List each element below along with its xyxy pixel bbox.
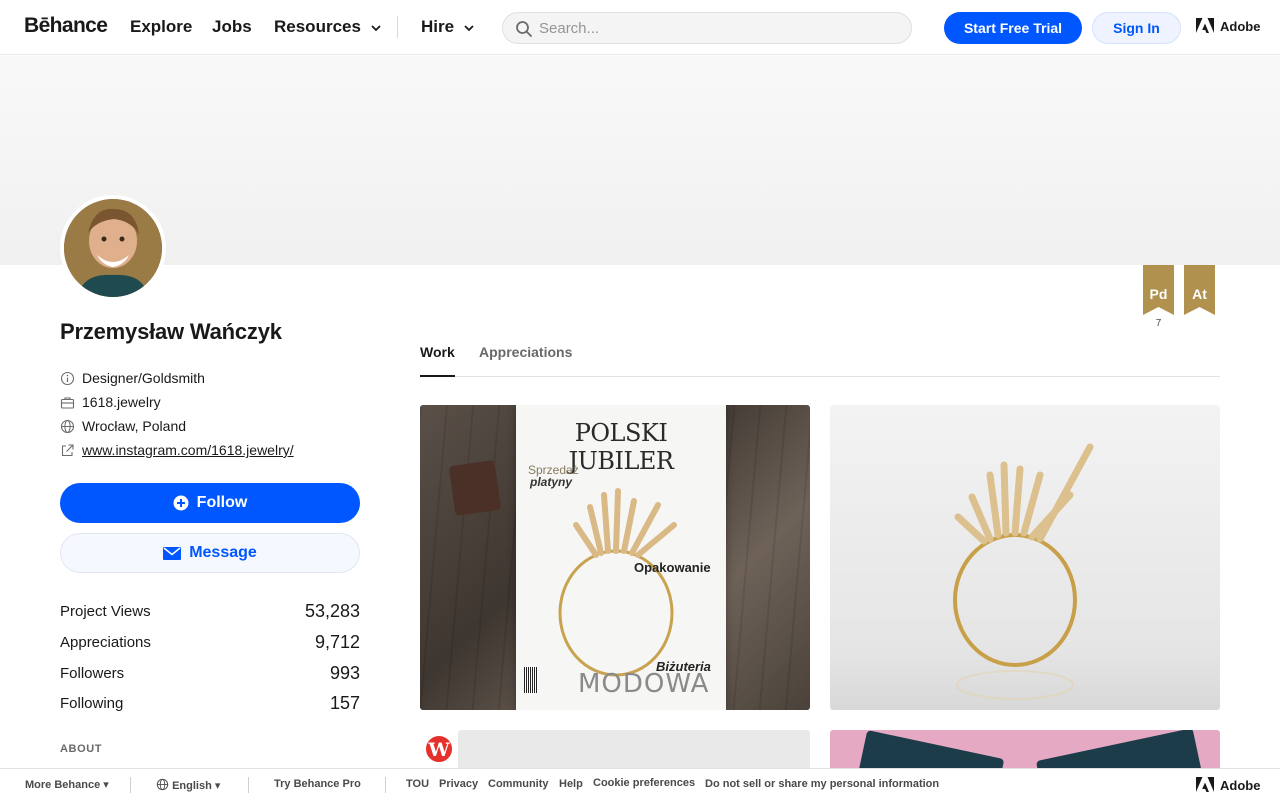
message-label: Message xyxy=(189,544,257,561)
behance-logo[interactable]: Bēhance xyxy=(24,14,108,38)
stat-value: 9,712 xyxy=(314,631,360,652)
globe-icon xyxy=(60,419,75,433)
stat-followers[interactable]: Followers 993 xyxy=(60,663,360,683)
chevron-down-icon xyxy=(464,24,474,31)
nav-resources-label: Resources xyxy=(274,17,361,36)
avatar-photo xyxy=(64,199,162,297)
occupation-row: Designer/Goldsmith xyxy=(60,368,205,388)
footer-do-not-sell[interactable]: Do not sell or share my personal informa… xyxy=(705,778,939,790)
footer-community[interactable]: Community xyxy=(488,778,549,790)
stat-label: Followers xyxy=(60,664,125,682)
footer-try-pro[interactable]: Try Behance Pro xyxy=(274,778,361,790)
message-button[interactable]: Message xyxy=(60,533,360,573)
external-link-icon xyxy=(61,443,74,456)
barcode xyxy=(524,667,538,693)
footer-language-label: English xyxy=(172,780,212,792)
nav-explore[interactable]: Explore xyxy=(130,17,192,37)
adobe-link[interactable]: Adobe xyxy=(1196,18,1260,34)
follow-label: Follow xyxy=(196,494,248,511)
magazine-cover: POLSKI JUBILER Sprzedaż platyny Opakowan… xyxy=(516,405,726,710)
adobe-label: Adobe xyxy=(1220,18,1261,34)
footer-help[interactable]: Help xyxy=(559,778,583,790)
footer-privacy[interactable]: Privacy xyxy=(439,778,478,790)
about-heading: ABOUT xyxy=(60,743,103,755)
tab-work[interactable]: Work xyxy=(420,344,455,377)
stat-label: Following xyxy=(60,694,124,712)
footer-more-behance[interactable]: More Behance ▾ xyxy=(25,778,109,791)
profile-name: Przemysław Wańczyk xyxy=(60,319,282,344)
stat-value: 53,283 xyxy=(304,600,360,621)
tool-badge-count: 7 xyxy=(1155,318,1162,329)
footer-divider xyxy=(385,777,386,793)
nav-jobs[interactable]: Jobs xyxy=(212,17,252,37)
nav-hire-label: Hire xyxy=(421,17,455,36)
globe-icon xyxy=(156,778,169,791)
stat-appreciations: Appreciations 9,712 xyxy=(60,632,360,652)
stat-value: 157 xyxy=(329,692,360,713)
stat-following[interactable]: Following 157 xyxy=(60,693,360,713)
plus-circle-icon xyxy=(173,495,189,511)
nav-resources[interactable]: Resources xyxy=(274,17,382,37)
top-navigation: Bēhance Explore Jobs Resources Hire Star… xyxy=(0,0,1280,55)
start-free-trial-button[interactable]: Start Free Trial xyxy=(944,12,1082,44)
follow-button[interactable]: Follow xyxy=(60,483,360,523)
search-input[interactable] xyxy=(539,17,899,39)
nav-hire[interactable]: Hire xyxy=(421,17,475,37)
nav-divider xyxy=(397,16,398,38)
occupation-icon xyxy=(60,371,75,385)
stat-label: Appreciations xyxy=(60,633,151,651)
magazine-footer-text: MODOWA xyxy=(578,669,710,699)
company-text: 1618.jewelry xyxy=(82,394,161,410)
stat-label: Project Views xyxy=(60,602,151,620)
location-text: Wrocław, Poland xyxy=(82,418,187,434)
tool-badge-at[interactable]: At xyxy=(1184,265,1215,315)
sign-in-button[interactable]: Sign In xyxy=(1092,12,1181,44)
search-icon xyxy=(516,21,532,37)
website-row: www.instagram.com/1618.jewelry/ xyxy=(60,440,294,460)
footer-adobe-label: Adobe xyxy=(1220,777,1261,793)
tool-badge-pd[interactable]: Pd xyxy=(1143,265,1174,315)
ring-photo xyxy=(953,443,1094,700)
briefcase-icon xyxy=(60,396,75,409)
search-bar xyxy=(502,12,912,44)
occupation-text: Designer/Goldsmith xyxy=(82,370,205,386)
footer-more-label: More Behance xyxy=(25,779,101,791)
location-row: Wrocław, Poland xyxy=(60,416,186,436)
profile-tabs: Work Appreciations xyxy=(420,342,1220,377)
chevron-down-icon xyxy=(371,24,381,31)
owner-avatar-badge[interactable]: W xyxy=(424,734,454,764)
footer: More Behance ▾ English ▾ Try Behance Pro… xyxy=(0,768,1280,800)
footer-divider xyxy=(130,777,131,793)
footer-tou[interactable]: TOU xyxy=(406,778,429,790)
stat-value: 993 xyxy=(329,662,360,683)
magazine-feature-1: Opakowanie xyxy=(634,560,711,575)
project-card[interactable] xyxy=(830,405,1220,710)
tab-appreciations[interactable]: Appreciations xyxy=(479,344,572,377)
project-card[interactable]: POLSKI JUBILER Sprzedaż platyny Opakowan… xyxy=(420,405,810,710)
company-row: 1618.jewelry xyxy=(60,392,161,412)
adobe-logo-icon xyxy=(1196,777,1214,792)
footer-divider xyxy=(248,777,249,793)
footer-adobe-link[interactable]: Adobe xyxy=(1196,777,1260,793)
website-link[interactable]: www.instagram.com/1618.jewelry/ xyxy=(82,442,294,458)
footer-cookie-preferences[interactable]: Cookie preferences xyxy=(593,777,695,789)
adobe-logo-icon xyxy=(1196,18,1214,33)
avatar[interactable] xyxy=(60,195,166,301)
footer-language[interactable]: English ▾ xyxy=(156,778,220,792)
wood-block xyxy=(448,460,502,516)
profile-banner xyxy=(0,56,1280,265)
stat-project-views: Project Views 53,283 xyxy=(60,601,360,621)
envelope-icon xyxy=(163,546,182,560)
